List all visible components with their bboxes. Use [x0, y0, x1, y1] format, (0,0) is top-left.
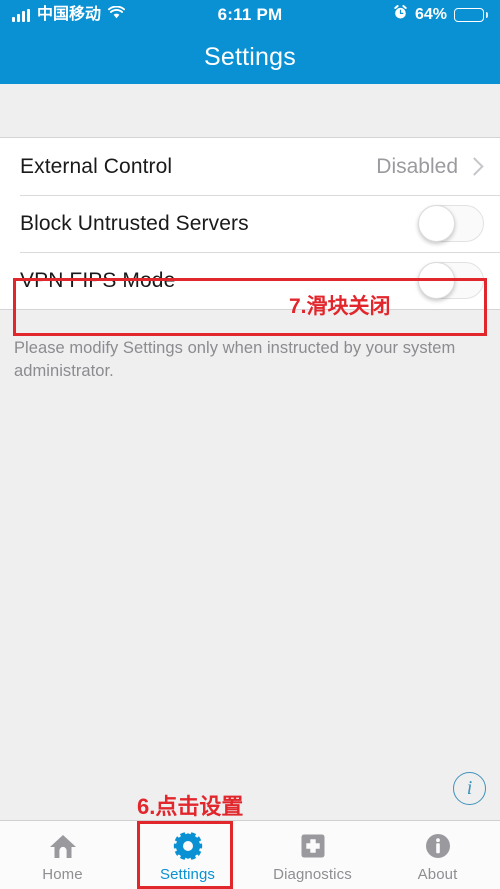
- wifi-icon: [107, 5, 126, 24]
- block-untrusted-servers-toggle[interactable]: [418, 205, 484, 242]
- tab-about[interactable]: About: [375, 821, 500, 889]
- settings-content: External Control Disabled Block Untruste…: [0, 84, 500, 820]
- row-block-untrusted-servers[interactable]: Block Untrusted Servers: [0, 195, 500, 252]
- row-accessory: [418, 205, 484, 242]
- alarm-clock-icon: [393, 5, 408, 25]
- carrier-label: 中国移动: [37, 6, 102, 23]
- tab-home[interactable]: Home: [0, 821, 125, 889]
- tab-settings[interactable]: Settings: [125, 821, 250, 889]
- row-label: Block Untrusted Servers: [20, 211, 249, 235]
- vpn-fips-mode-toggle[interactable]: [418, 262, 484, 299]
- home-icon: [47, 830, 79, 862]
- annotation-label-toggle: 7.滑块关闭: [289, 295, 391, 318]
- status-bar-right: 64%: [393, 5, 488, 25]
- battery-percent-label: 64%: [414, 6, 447, 23]
- status-bar: 中国移动 6:11 PM 64%: [0, 0, 500, 30]
- tab-label: Diagnostics: [273, 866, 352, 883]
- top-spacer: [0, 84, 500, 137]
- tab-bar: Home Settings Diagnostics About: [0, 820, 500, 889]
- row-accessory: [418, 262, 484, 299]
- row-value: Disabled: [376, 154, 458, 178]
- row-vpn-fips-mode[interactable]: VPN FIPS Mode: [0, 252, 500, 309]
- status-bar-left: 中国移动: [12, 5, 126, 24]
- plus-square-icon: [297, 830, 329, 862]
- row-external-control[interactable]: External Control Disabled: [0, 138, 500, 195]
- toggle-knob: [418, 205, 455, 242]
- tab-label: Settings: [160, 866, 215, 883]
- info-circle-icon: [422, 830, 454, 862]
- settings-footer-note: Please modify Settings only when instruc…: [14, 339, 456, 381]
- page-title: Settings: [204, 42, 296, 71]
- info-button[interactable]: i: [453, 772, 486, 805]
- battery-icon: [454, 8, 488, 22]
- settings-list: External Control Disabled Block Untruste…: [0, 137, 500, 310]
- phone-screen: 中国移动 6:11 PM 64% Settings External Contr…: [0, 0, 500, 889]
- annotation-label-settings-tab: 6.点击设置: [137, 794, 244, 819]
- toggle-knob: [418, 262, 455, 299]
- row-label: External Control: [20, 154, 173, 178]
- chevron-right-icon: [465, 157, 484, 176]
- navigation-bar: Settings: [0, 30, 500, 84]
- row-accessory: Disabled: [376, 155, 484, 179]
- signal-bars-icon: [12, 8, 30, 22]
- tab-diagnostics[interactable]: Diagnostics: [250, 821, 375, 889]
- row-label: VPN FIPS Mode: [20, 268, 176, 292]
- tab-label: About: [417, 866, 458, 883]
- gear-icon: [172, 830, 204, 862]
- tab-label: Home: [42, 866, 83, 883]
